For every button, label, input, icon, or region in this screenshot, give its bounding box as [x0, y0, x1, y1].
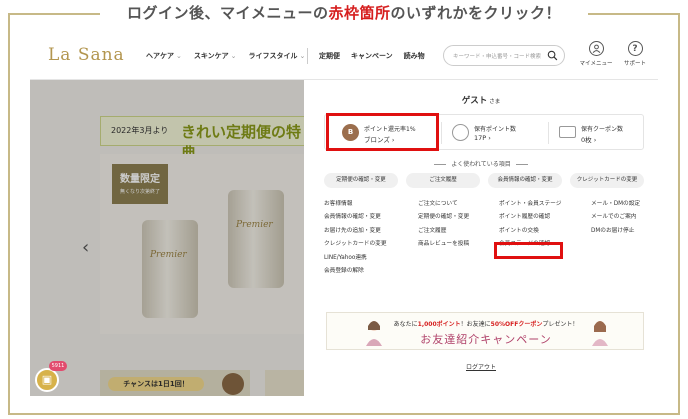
link-address[interactable]: お届け先の追加・変更 [324, 225, 387, 238]
points-icon [452, 124, 469, 141]
highlight-box-rank [326, 113, 439, 151]
links-mail: メール・DMの設定 メールでのご案内 DMのお届け停止 [591, 198, 640, 238]
link-review[interactable]: 商品レビューを投稿 [418, 238, 469, 251]
link-heading-mail: メール・DMの設定 [591, 201, 641, 207]
gift-icon[interactable]: ▣ [35, 368, 59, 392]
link-dm-stop[interactable]: DMのお届け停止 [591, 225, 640, 238]
points-value: 17P › [474, 134, 491, 142]
links-customer: お客様情報 会員情報の確認・変更 お届け先の追加・変更 クレジットカードの変更 … [324, 198, 387, 278]
nav-subscription[interactable]: 定期便 [319, 51, 340, 61]
nav-haircare[interactable]: ヘアケア ⌄ [146, 51, 182, 61]
link-member-info[interactable]: 会員情報の確認・変更 [324, 211, 387, 224]
summary-divider [441, 122, 442, 144]
woman-illustration-icon [592, 321, 608, 346]
frequent-items: 定期便の確認・変更 ご注文履歴 会員情報の確認・変更 クレジットカードの変更 [324, 173, 644, 188]
nav-lifestyle[interactable]: ライフスタイル ⌄ [249, 51, 306, 61]
referral-campaign-banner[interactable]: あなたに1,000ポイント！お友達に50%OFFクーポンプレゼント！ お友達紹介… [326, 312, 644, 350]
link-mail-info[interactable]: メールでのご案内 [591, 211, 640, 224]
pill-subscription[interactable]: 定期便の確認・変更 [324, 173, 398, 188]
main-nav: ヘアケア ⌄ スキンケア ⌄ ライフスタイル ⌄ [146, 51, 305, 61]
link-heading-points: ポイント・会員ステージ [499, 201, 562, 207]
coupons-value: 0枚 › [581, 136, 597, 144]
screenshot: La Sana ヘアケア ⌄ スキンケア ⌄ ライフスタイル ⌄ 定期便 キャンペーン… [30, 32, 658, 396]
highlight-box-stage [494, 242, 563, 259]
coupons-label: 保有クーポン数 [581, 126, 624, 133]
link-unregister[interactable]: 会員登録の解除 [324, 265, 387, 278]
link-point-exchange[interactable]: ポイントの交換 [499, 225, 561, 238]
instruction-text: ログイン後、マイメニューの赤枠箇所のいずれかをクリック！ [100, 0, 588, 26]
frequent-items-title: よく使われている項目 [304, 159, 658, 168]
link-heading-customer: お客様情報 [324, 201, 353, 207]
support-label: サポート [623, 61, 646, 67]
gift-count-badge: 5911 [49, 361, 67, 371]
nav-articles[interactable]: 読み物 [404, 51, 425, 61]
pill-credit-card[interactable]: クレジットカードの変更 [570, 173, 644, 188]
link-point-history[interactable]: ポイント履歴の確認 [499, 211, 561, 224]
points-label: 保有ポイント数 [474, 126, 517, 133]
link-order-history[interactable]: ご注文履歴 [418, 225, 469, 238]
coupons-summary[interactable]: 保有クーポン数 0枚 › [559, 115, 639, 151]
search-placeholder: キーワード・申込番号・コード検索 [453, 54, 542, 60]
points-summary[interactable]: 保有ポイント数 17P › [452, 115, 542, 151]
help-icon: ? [627, 41, 643, 56]
summary-divider [548, 122, 549, 144]
site-header: La Sana ヘアケア ⌄ スキンケア ⌄ ライフスタイル ⌄ 定期便 キャンペーン… [30, 32, 658, 80]
link-subscription[interactable]: 定期便の確認・変更 [418, 211, 469, 224]
mymenu-button[interactable]: マイメニュー [579, 41, 613, 67]
search-input[interactable]: キーワード・申込番号・コード検索 [443, 45, 565, 66]
secondary-nav: 定期便 キャンペーン 読み物 [319, 51, 425, 61]
search-icon[interactable] [547, 50, 558, 61]
link-credit-card[interactable]: クレジットカードの変更 [324, 238, 387, 251]
mymenu-label: マイメニュー [579, 61, 613, 67]
links-orders: ご注文について 定期便の確認・変更 ご注文履歴 商品レビューを投稿 [418, 198, 469, 252]
pill-order-history[interactable]: ご注文履歴 [406, 173, 480, 188]
mymenu-panel: ゲスト さま B ポイント還元率1% ブロンズ › 保有ポイント数 17P › 保… [304, 80, 658, 396]
logout-link[interactable]: ログアウト [304, 362, 658, 371]
nav-divider [307, 48, 308, 64]
user-icon [588, 41, 604, 56]
coupon-icon [559, 126, 576, 138]
pill-member-info[interactable]: 会員情報の確認・変更 [488, 173, 562, 188]
site-logo[interactable]: La Sana [48, 45, 125, 65]
link-heading-orders: ご注文について [418, 201, 458, 207]
support-button[interactable]: ? サポート [618, 41, 652, 67]
link-line-yahoo[interactable]: LINE/Yahoo連携 [324, 252, 387, 265]
nav-campaign[interactable]: キャンペーン [351, 51, 393, 61]
guest-name: ゲスト さま [461, 96, 501, 106]
nav-skincare[interactable]: スキンケア ⌄ [194, 51, 237, 61]
